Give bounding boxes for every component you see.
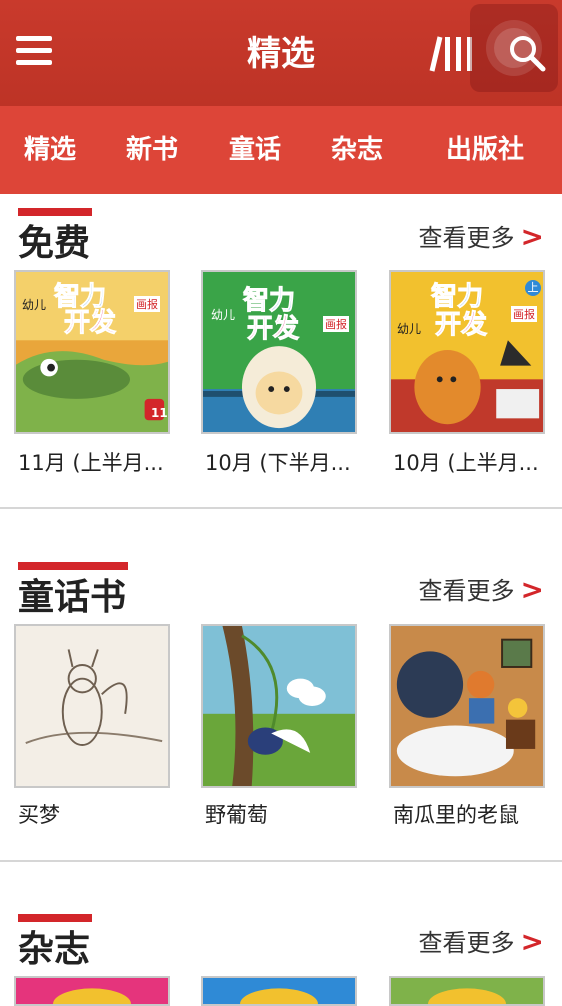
cover-label: 画报 xyxy=(134,296,160,312)
see-more-magazines[interactable]: 查看更多 > xyxy=(419,927,544,958)
chevron-right-icon: > xyxy=(520,220,544,253)
cover-label: 画报 xyxy=(323,316,349,332)
see-more-free[interactable]: 查看更多 > xyxy=(419,222,544,253)
search-button[interactable] xyxy=(470,4,558,92)
category-tabs: 精选 新书 童话 杂志 出版社 xyxy=(0,106,562,194)
tab-new-books[interactable]: 新书 xyxy=(126,106,178,194)
section-accent-bar xyxy=(18,562,128,570)
cover-label: 幼儿 xyxy=(211,308,236,322)
cover-subtitle: 开发 xyxy=(63,308,117,339)
cover-label: 画报 xyxy=(511,306,537,322)
section-title-magazines: 杂志 xyxy=(18,929,91,970)
tab-fairy-tales[interactable]: 童话 xyxy=(229,106,281,194)
cover-subtitle: 开发 xyxy=(246,314,300,345)
see-more-fairy-tales[interactable]: 查看更多 > xyxy=(419,575,544,606)
book-caption: 野葡萄 xyxy=(205,803,268,827)
section-accent-bar xyxy=(18,208,92,216)
book-cover[interactable]: 智力 开发 幼儿 画报 上 xyxy=(389,270,545,434)
cover-issue: 11 xyxy=(151,406,168,420)
search-icon xyxy=(510,36,546,72)
section-title-free: 免费 xyxy=(18,223,91,264)
section-accent-bar xyxy=(18,914,92,922)
book-cover[interactable] xyxy=(201,976,357,1006)
top-bar: 精选 xyxy=(0,0,562,106)
book-caption: 买梦 xyxy=(18,803,60,827)
chevron-right-icon: > xyxy=(520,573,544,606)
book-cover[interactable] xyxy=(14,624,170,788)
library-bars-icon[interactable] xyxy=(428,33,472,73)
book-cover[interactable] xyxy=(389,624,545,788)
divider xyxy=(0,507,562,509)
book-cover[interactable] xyxy=(389,976,545,1006)
cover-subtitle: 开发 xyxy=(434,310,488,341)
cover-issue: 上 xyxy=(525,280,541,296)
book-caption: 11月 (上半月... xyxy=(18,451,164,475)
book-cover[interactable] xyxy=(201,624,357,788)
book-caption: 10月 (上半月... xyxy=(393,451,539,475)
chevron-right-icon: > xyxy=(520,925,544,958)
book-cover[interactable]: 智力 开发 幼儿 画报 xyxy=(201,270,357,434)
book-cover[interactable] xyxy=(14,976,170,1006)
cover-label: 幼儿 xyxy=(22,298,47,312)
cover-label: 幼儿 xyxy=(397,322,422,336)
section-title-fairy-tales: 童话书 xyxy=(18,577,127,618)
book-caption: 10月 (下半月... xyxy=(205,451,351,475)
tab-featured[interactable]: 精选 xyxy=(24,106,76,194)
tab-magazines[interactable]: 杂志 xyxy=(331,106,383,194)
tab-publishers[interactable]: 出版社 xyxy=(446,106,524,194)
book-cover[interactable]: 智力 开发 幼儿 画报 11 xyxy=(14,270,170,434)
divider xyxy=(0,860,562,862)
book-caption: 南瓜里的老鼠 xyxy=(393,803,519,827)
